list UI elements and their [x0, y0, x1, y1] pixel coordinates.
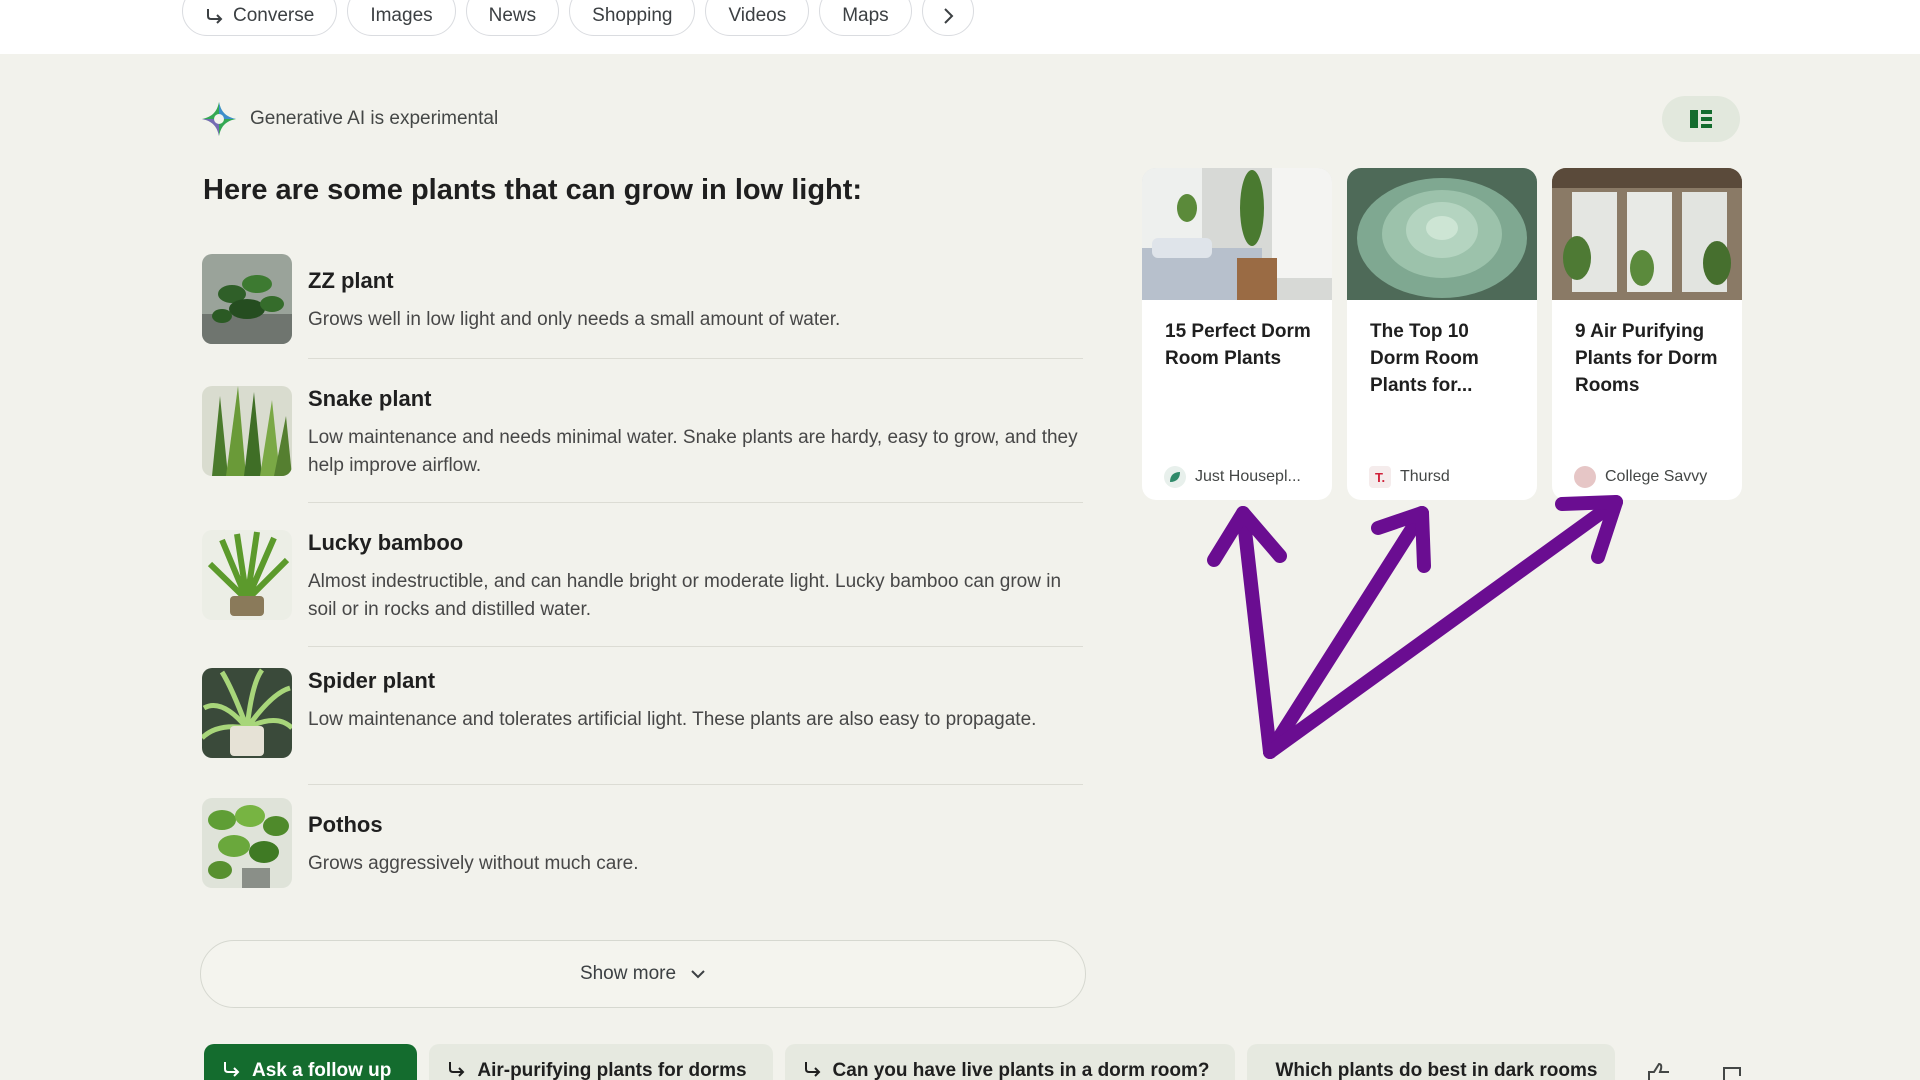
tab-label: Converse [233, 5, 315, 26]
chip-label: Which plants do best in dark rooms [1275, 1060, 1598, 1080]
succulent-image [1347, 168, 1537, 300]
card-source: College Savvy [1574, 466, 1707, 488]
source-name: Just Housepl... [1195, 468, 1301, 485]
ai-experimental-label: Generative AI is experimental [250, 108, 499, 129]
source-name: Thursd [1400, 468, 1450, 485]
source-card[interactable]: 15 Perfect Dorm Room Plants Just Housepl… [1142, 168, 1332, 500]
plant-text: Pothos Grows aggressively without much c… [308, 812, 1083, 878]
pothos-thumbnail [202, 798, 292, 888]
plant-description: Low maintenance and tolerates artificial… [308, 709, 1037, 730]
plant-name: Snake plant [308, 386, 432, 411]
show-more-button[interactable]: Show more [200, 940, 1086, 1008]
tab-videos[interactable]: Videos [705, 0, 810, 36]
plant-description: Almost indestructible, and can handle br… [308, 571, 1062, 620]
divider [308, 358, 1083, 359]
spider-plant-thumbnail [202, 668, 292, 758]
tab-label: Shopping [592, 5, 673, 26]
tab-label: Images [370, 5, 433, 26]
source-card[interactable]: The Top 10 Dorm Room Plants for... T. Th… [1347, 168, 1537, 500]
follow-up-chip[interactable]: Can you have live plants in a dorm room? [784, 1044, 1236, 1080]
source-card[interactable]: 9 Air Purifying Plants for Dorm Rooms Co… [1552, 168, 1742, 500]
layout-toggle-button[interactable] [1662, 96, 1740, 142]
tab-label: Maps [842, 5, 889, 26]
chevron-down-icon [691, 970, 705, 979]
lucky-bamboo-thumbnail [202, 530, 292, 620]
plant-text: Snake plant Low maintenance and needs mi… [308, 386, 1083, 480]
generative-ai-sparkle-icon [202, 102, 236, 136]
follow-up-arrow-icon [804, 1062, 820, 1077]
divider [308, 646, 1083, 647]
plant-description: Grows well in low light and only needs a… [308, 309, 841, 330]
answer-headline: Here are some plants that can grow in lo… [203, 174, 863, 206]
chevron-right-icon [943, 8, 954, 24]
card-source: T. Thursd [1369, 466, 1450, 488]
tab-converse[interactable]: Converse [182, 0, 338, 36]
leaf-source-icon [1164, 466, 1186, 488]
divider [308, 784, 1083, 785]
window-plants-image [1552, 168, 1742, 300]
card-title: 9 Air Purifying Plants for Dorm Rooms [1575, 321, 1718, 396]
card-source: Just Housepl... [1164, 466, 1301, 488]
tab-shopping[interactable]: Shopping [569, 0, 696, 36]
layout-icon [1690, 110, 1712, 128]
tab-maps[interactable]: Maps [819, 0, 912, 36]
source-name: College Savvy [1605, 468, 1708, 485]
card-title: 15 Perfect Dorm Room Plants [1165, 321, 1311, 369]
follow-up-chip[interactable]: Air-purifying plants for dorms [429, 1044, 773, 1080]
divider [308, 502, 1083, 503]
chip-label: Air-purifying plants for dorms [477, 1060, 747, 1080]
chip-label: Can you have live plants in a dorm room? [832, 1060, 1210, 1080]
ask-follow-up-button[interactable]: Ask a follow up [204, 1044, 418, 1080]
thursd-logo-icon: T. [1369, 466, 1391, 488]
plant-name: Lucky bamboo [308, 530, 464, 555]
plant-name: Spider plant [308, 668, 436, 693]
follow-up-arrow-icon [224, 1062, 240, 1077]
search-tabs-bar: Converse Images News Shopping Videos Map… [0, 0, 1920, 54]
tab-news[interactable]: News [465, 0, 560, 36]
tab-images[interactable]: Images [347, 0, 456, 36]
card-title: The Top 10 Dorm Room Plants for... [1370, 321, 1479, 396]
chip-label: Ask a follow up [252, 1060, 392, 1080]
follow-up-arrow-icon [207, 9, 223, 24]
zz-plant-thumbnail [202, 254, 292, 344]
follow-up-arrow-icon [449, 1062, 465, 1077]
plant-name: Pothos [308, 812, 383, 837]
ai-header: Generative AI is experimental [200, 100, 498, 138]
plant-description: Low maintenance and needs minimal water.… [308, 427, 1078, 476]
thumbs-up-icon[interactable] [1645, 1062, 1673, 1080]
tab-label: Videos [728, 5, 787, 26]
snake-plant-thumbnail [202, 386, 292, 476]
search-tabs: Converse Images News Shopping Videos Map… [182, 0, 974, 36]
follow-up-chip[interactable]: Which plants do best in dark rooms [1247, 1044, 1616, 1080]
tab-label: News [488, 5, 537, 26]
plant-description: Grows aggressively without much care. [308, 853, 639, 874]
tabs-next-button[interactable] [921, 0, 974, 36]
plant-text: Spider plant Low maintenance and tolerat… [308, 668, 1083, 734]
plant-name: ZZ plant [308, 268, 394, 293]
thumbs-down-icon[interactable] [1718, 1062, 1746, 1080]
college-savvy-logo-icon [1574, 466, 1596, 488]
plant-text: Lucky bamboo Almost indestructible, and … [308, 530, 1083, 624]
follow-up-chips: Ask a follow up Air-purifying plants for… [204, 1044, 1616, 1080]
dorm-room-image [1142, 168, 1332, 300]
show-more-label: Show more [579, 963, 677, 984]
plant-text: ZZ plant Grows well in low light and onl… [308, 268, 1083, 334]
